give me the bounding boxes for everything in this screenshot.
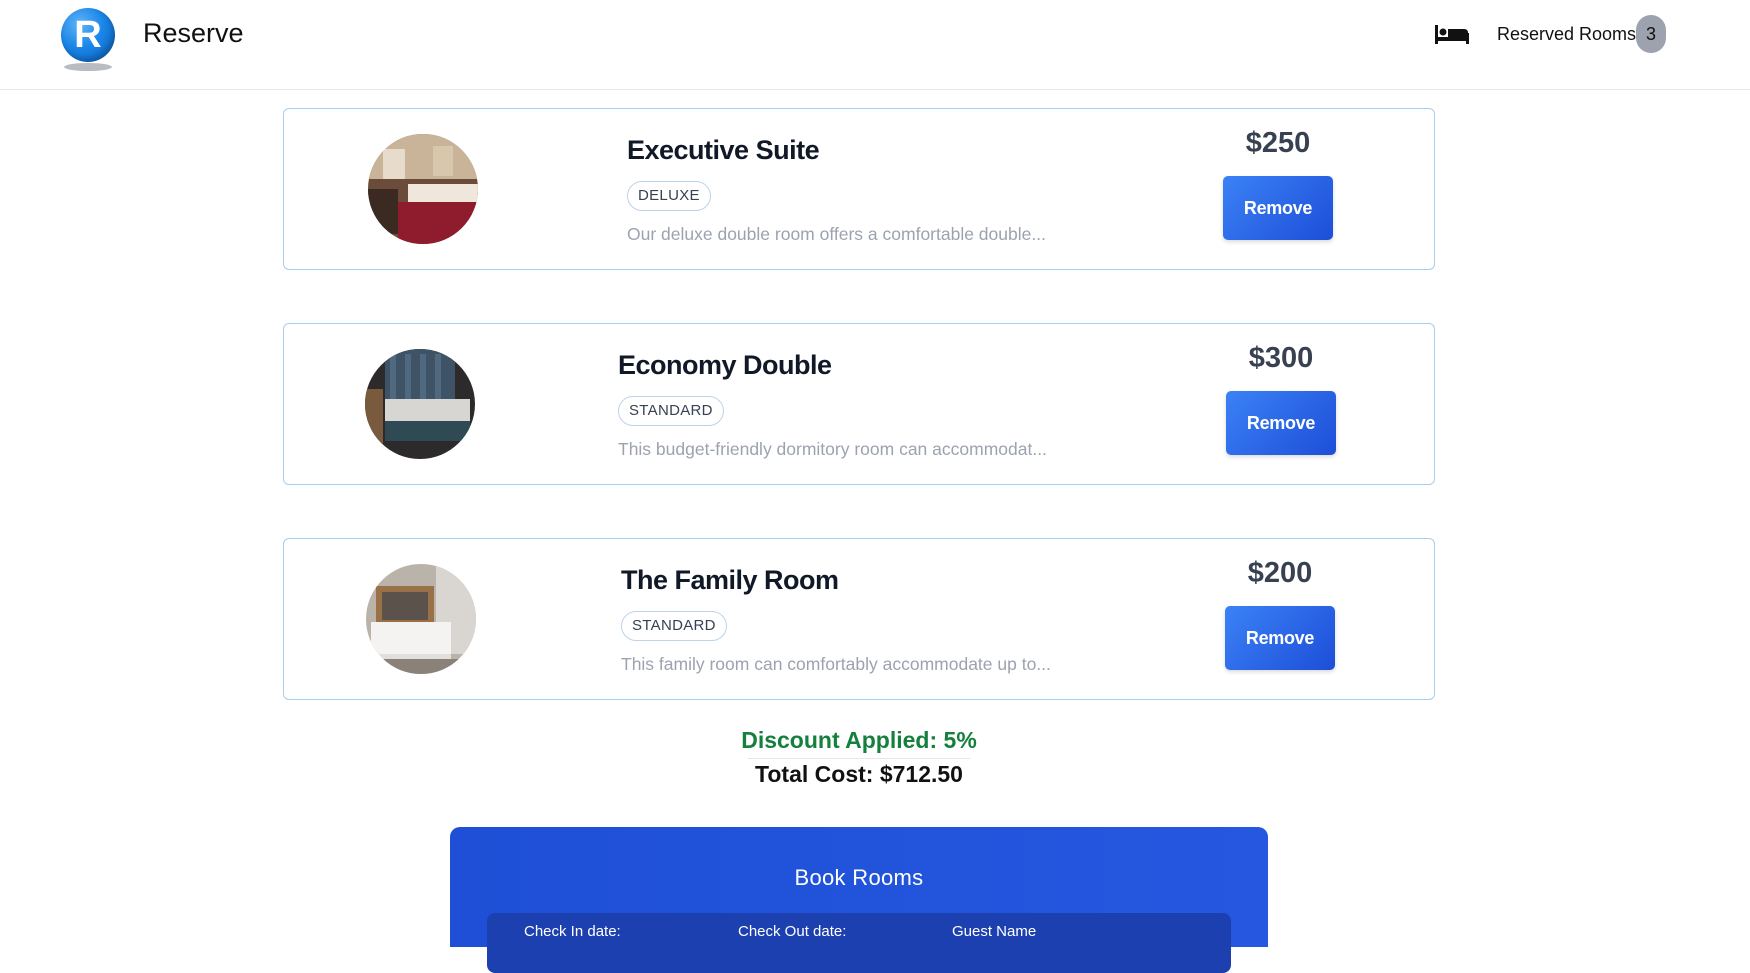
room-card: Executive Suite DELUXE Our deluxe double… xyxy=(283,108,1435,270)
room-description: This budget-friendly dormitory room can … xyxy=(618,439,1047,459)
brand-logo[interactable]: R xyxy=(61,8,115,62)
summary-divider xyxy=(748,758,970,759)
logo-letter: R xyxy=(74,14,102,56)
room-card: The Family Room STANDARD This family roo… xyxy=(283,538,1435,700)
remove-room-button[interactable]: Remove xyxy=(1223,176,1333,240)
guest-name-label: Guest Name xyxy=(952,923,1037,940)
room-image-family-room xyxy=(366,564,476,674)
room-card: Economy Double STANDARD This budget-frie… xyxy=(283,323,1435,485)
room-category-badge: STANDARD xyxy=(618,396,724,426)
logo-shadow xyxy=(64,63,112,71)
room-price: $200 xyxy=(1247,557,1313,589)
room-price: $250 xyxy=(1245,127,1311,159)
room-category-badge: STANDARD xyxy=(621,611,727,641)
total-cost-text: Total Cost: $712.50 xyxy=(755,761,963,787)
remove-room-button[interactable]: Remove xyxy=(1225,606,1335,670)
check-out-date-label: Check Out date: xyxy=(738,923,847,940)
room-title: Executive Suite xyxy=(627,135,820,165)
room-image-economy-double xyxy=(365,349,475,459)
reserved-rooms-count-badge: 3 xyxy=(1636,15,1666,53)
booking-form: Check In date: Check Out date: Guest Nam… xyxy=(487,913,1231,973)
discount-applied-text: Discount Applied: 5% xyxy=(741,727,977,753)
book-rooms-title: Book Rooms xyxy=(794,865,924,890)
top-nav: R Reserve Reserved Rooms: 3 xyxy=(0,0,1750,90)
room-description: Our deluxe double room offers a comforta… xyxy=(627,224,1046,244)
room-title: The Family Room xyxy=(621,565,839,595)
room-title: Economy Double xyxy=(618,350,832,380)
room-price: $300 xyxy=(1248,342,1314,374)
brand-name[interactable]: Reserve xyxy=(143,18,244,49)
room-category-badge: DELUXE xyxy=(627,181,711,211)
remove-room-button[interactable]: Remove xyxy=(1226,391,1336,455)
room-description: This family room can comfortably accommo… xyxy=(621,654,1051,674)
bed-icon[interactable] xyxy=(1434,22,1470,46)
check-in-date-label: Check In date: xyxy=(524,923,621,940)
room-image-executive-suite xyxy=(368,134,478,244)
reserved-rooms-label: Reserved Rooms: xyxy=(1497,24,1642,44)
book-rooms-panel: Book Rooms Check In date: Check Out date… xyxy=(450,827,1268,973)
